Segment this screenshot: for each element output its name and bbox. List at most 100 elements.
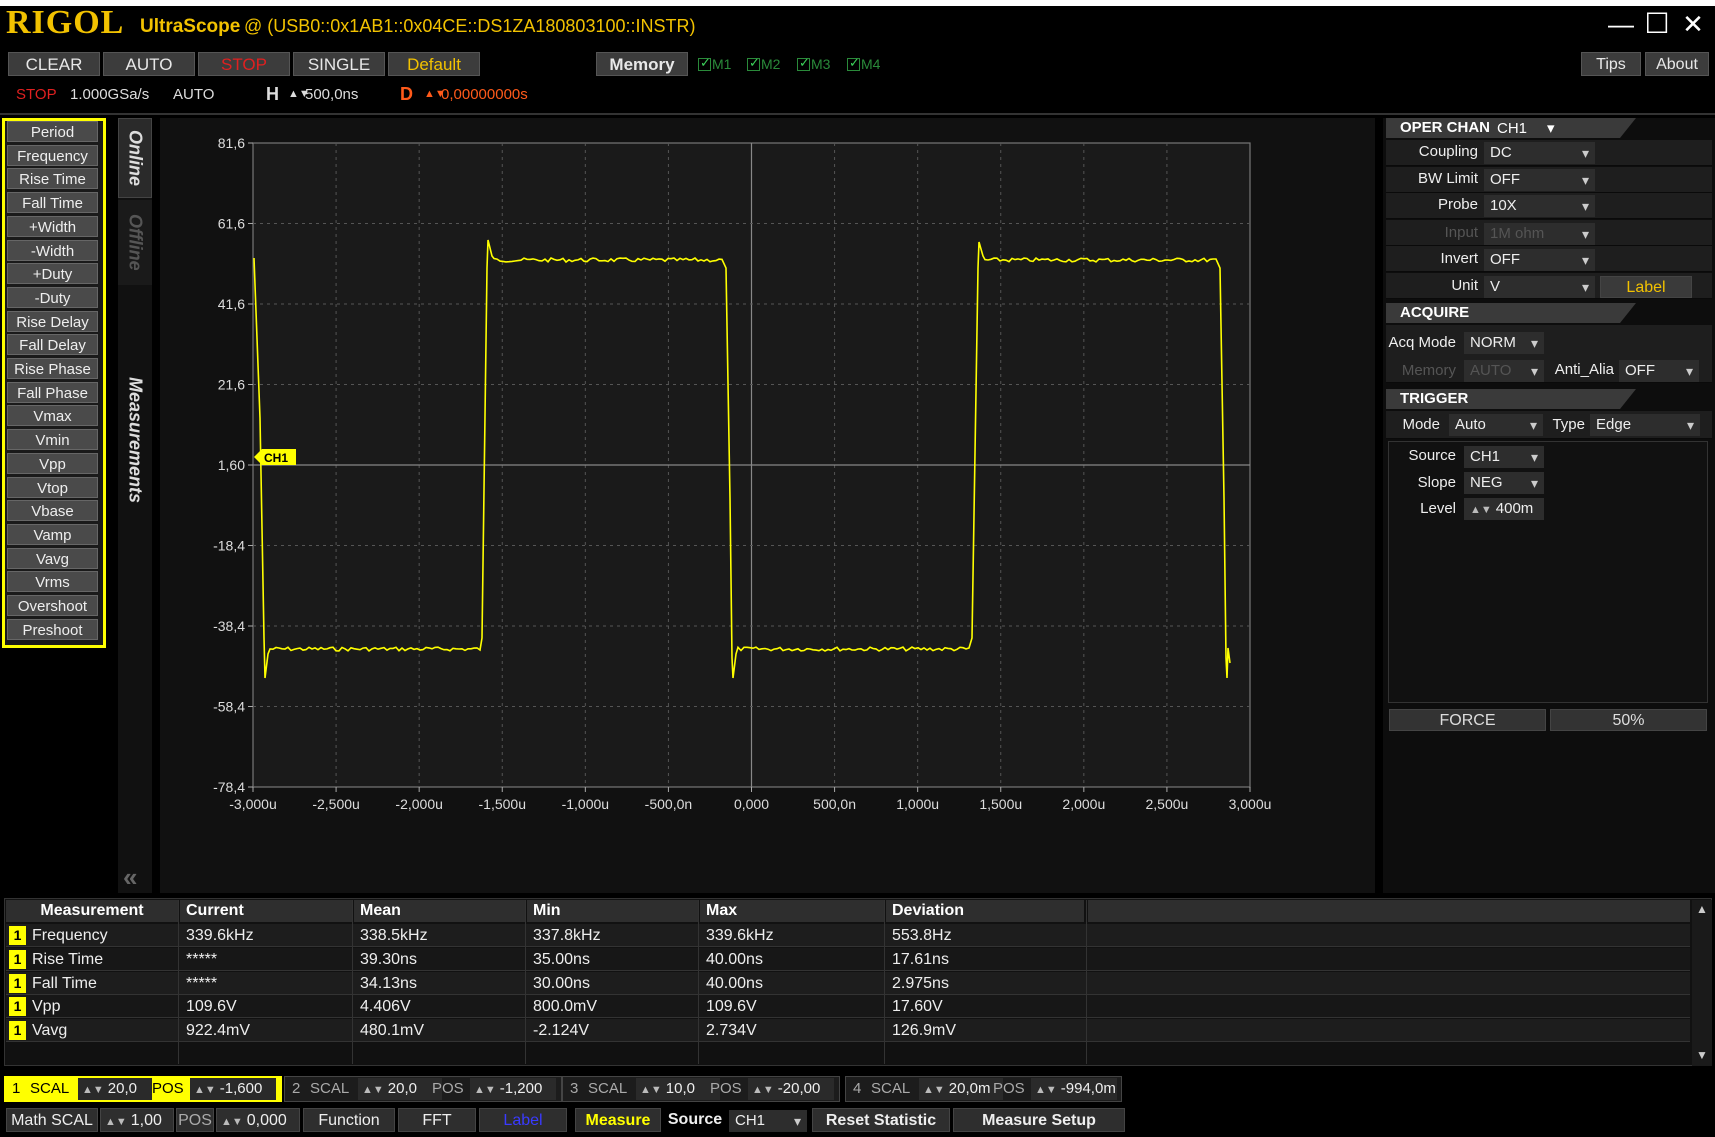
- label-toggle[interactable]: Label: [479, 1108, 567, 1132]
- pos-input[interactable]: ▲▼ -994,0m: [1031, 1078, 1117, 1100]
- single-button[interactable]: SINGLE: [293, 52, 385, 76]
- column-header[interactable]: Mean: [354, 900, 525, 922]
- meas-item[interactable]: Vtop: [7, 476, 98, 498]
- label-button[interactable]: Label: [1600, 276, 1692, 298]
- scal-input[interactable]: ▲▼ 10,0: [636, 1078, 720, 1100]
- meas-item[interactable]: -Duty: [7, 286, 98, 308]
- waveform-display[interactable]: 81,6 61,6 41,6 21,6 1,60 -18,4 -38,4 -58,4 -78,4…: [160, 118, 1375, 893]
- probe-select[interactable]: 10X: [1484, 195, 1595, 217]
- x-tick-label: 2,500u: [1146, 796, 1189, 812]
- column-header[interactable]: Max: [700, 900, 884, 922]
- math-scal-input[interactable]: ▲▼ 1,00: [100, 1108, 174, 1132]
- pos-input[interactable]: ▲▼ -20,00: [748, 1078, 834, 1100]
- meas-item[interactable]: Rise Phase: [7, 358, 98, 379]
- meas-item[interactable]: Vbase: [7, 500, 98, 522]
- spin-icon: ▲▼: [923, 1084, 945, 1096]
- meas-item[interactable]: -Width: [7, 239, 98, 261]
- column-header[interactable]: Deviation: [886, 900, 1084, 922]
- table-row[interactable]: [6, 947, 1690, 971]
- anti-alia-select[interactable]: OFF: [1619, 360, 1699, 382]
- meas-item[interactable]: Fall Time: [7, 192, 98, 214]
- meas-item[interactable]: Fall Delay: [7, 334, 98, 356]
- trigger-level-input[interactable]: ▲▼ 400m: [1464, 498, 1544, 520]
- tips-button[interactable]: Tips: [1581, 52, 1641, 76]
- memory-button[interactable]: Memory: [596, 52, 688, 76]
- column-header[interactable]: Measurement: [6, 900, 178, 922]
- meas-item[interactable]: Fall Phase: [7, 381, 98, 403]
- measure-setup-button[interactable]: Measure Setup: [953, 1108, 1125, 1132]
- delay-value[interactable]: 0,00000000s: [441, 86, 528, 103]
- table-scrollbar[interactable]: [1692, 900, 1712, 1066]
- m4-checkbox[interactable]: M4: [847, 55, 880, 72]
- pos-input[interactable]: ▲▼ -1,600: [190, 1078, 276, 1100]
- table-row[interactable]: [6, 995, 1690, 1019]
- meas-item[interactable]: Frequency: [7, 144, 98, 166]
- force-button[interactable]: FORCE: [1389, 709, 1546, 731]
- table-row[interactable]: [6, 971, 1690, 995]
- m3-checkbox[interactable]: M3: [797, 55, 830, 72]
- fft-button[interactable]: FFT: [398, 1108, 476, 1132]
- tab-measurements[interactable]: Measurements: [118, 340, 152, 540]
- auto-button[interactable]: AUTO: [103, 52, 195, 76]
- close-button[interactable]: ✕: [1677, 10, 1709, 40]
- unit-select[interactable]: V: [1484, 276, 1595, 298]
- tab-online[interactable]: Online: [118, 118, 152, 198]
- trigger-mode-select[interactable]: Auto: [1449, 414, 1543, 436]
- oper-chan-select[interactable]: CH1 ▾: [1497, 119, 1577, 137]
- horizontal-scale[interactable]: 500,0ns: [305, 86, 358, 103]
- bw-limit-select[interactable]: OFF: [1484, 169, 1595, 191]
- measurement-name: Frequency: [32, 927, 108, 944]
- column-header[interactable]: Current: [180, 900, 352, 922]
- ch1-marker[interactable]: CH1: [254, 449, 296, 465]
- coupling-select[interactable]: DC: [1484, 142, 1595, 164]
- acq-mode-select[interactable]: NORM: [1464, 332, 1544, 354]
- column-header[interactable]: Min: [527, 900, 698, 922]
- function-button[interactable]: Function: [303, 1108, 395, 1132]
- meas-item[interactable]: Vmin: [7, 429, 98, 451]
- horizontal-label: H: [266, 84, 279, 104]
- trigger-type-select[interactable]: Edge: [1590, 414, 1700, 436]
- minimize-button[interactable]: —: [1605, 10, 1637, 40]
- default-button[interactable]: Default: [388, 52, 480, 76]
- scal-input[interactable]: ▲▼ 20,0: [78, 1078, 162, 1100]
- meas-item[interactable]: +Duty: [7, 263, 98, 285]
- fifty-percent-button[interactable]: 50%: [1550, 709, 1707, 731]
- meas-item[interactable]: Overshoot: [7, 595, 98, 616]
- clear-button[interactable]: CLEAR: [8, 52, 100, 76]
- meas-item[interactable]: Vrms: [7, 571, 98, 593]
- table-row[interactable]: [6, 924, 1690, 947]
- scroll-down-icon[interactable]: ▼: [1692, 1048, 1712, 1062]
- pos-input[interactable]: ▲▼ -1,200: [470, 1078, 556, 1100]
- tab-offline[interactable]: Offline: [118, 200, 152, 285]
- about-button[interactable]: About: [1645, 52, 1709, 76]
- m1-checkbox[interactable]: M1: [698, 55, 731, 72]
- trigger-source-select[interactable]: CH1: [1464, 446, 1544, 468]
- cell-current: 109.6V: [186, 998, 237, 1016]
- meas-item[interactable]: Vavg: [7, 547, 98, 569]
- trigger-slope-select[interactable]: NEG: [1464, 472, 1544, 494]
- invert-select[interactable]: OFF: [1484, 249, 1595, 271]
- column-divider: [1086, 900, 1087, 1064]
- collapse-panel-icon[interactable]: «: [123, 862, 137, 893]
- measure-source-select[interactable]: CH1: [729, 1110, 807, 1132]
- meas-item[interactable]: +Width: [7, 215, 98, 237]
- x-tick-label: -2,000u: [395, 796, 442, 812]
- measure-button[interactable]: Measure: [575, 1108, 661, 1132]
- meas-item[interactable]: Vmax: [7, 405, 98, 427]
- trigger-header: TRIGGER: [1386, 389, 1636, 409]
- meas-item[interactable]: Period: [7, 121, 98, 142]
- math-pos-input[interactable]: ▲▼ 0,000: [216, 1108, 300, 1132]
- stop-button[interactable]: STOP: [198, 52, 290, 76]
- scal-input[interactable]: ▲▼ 20,0: [358, 1078, 442, 1100]
- table-row[interactable]: [6, 1019, 1690, 1043]
- meas-item[interactable]: Vpp: [7, 452, 98, 474]
- scal-input[interactable]: ▲▼ 20,0m: [919, 1078, 1003, 1100]
- meas-item[interactable]: Rise Delay: [7, 310, 98, 332]
- meas-item[interactable]: Preshoot: [7, 618, 98, 640]
- scroll-up-icon[interactable]: ▲: [1692, 902, 1712, 916]
- reset-statistic-button[interactable]: Reset Statistic: [812, 1108, 950, 1132]
- meas-item[interactable]: Vamp: [7, 523, 98, 545]
- maximize-button[interactable]: ☐: [1641, 10, 1673, 40]
- meas-item[interactable]: Rise Time: [7, 168, 98, 190]
- m2-checkbox[interactable]: M2: [747, 55, 780, 72]
